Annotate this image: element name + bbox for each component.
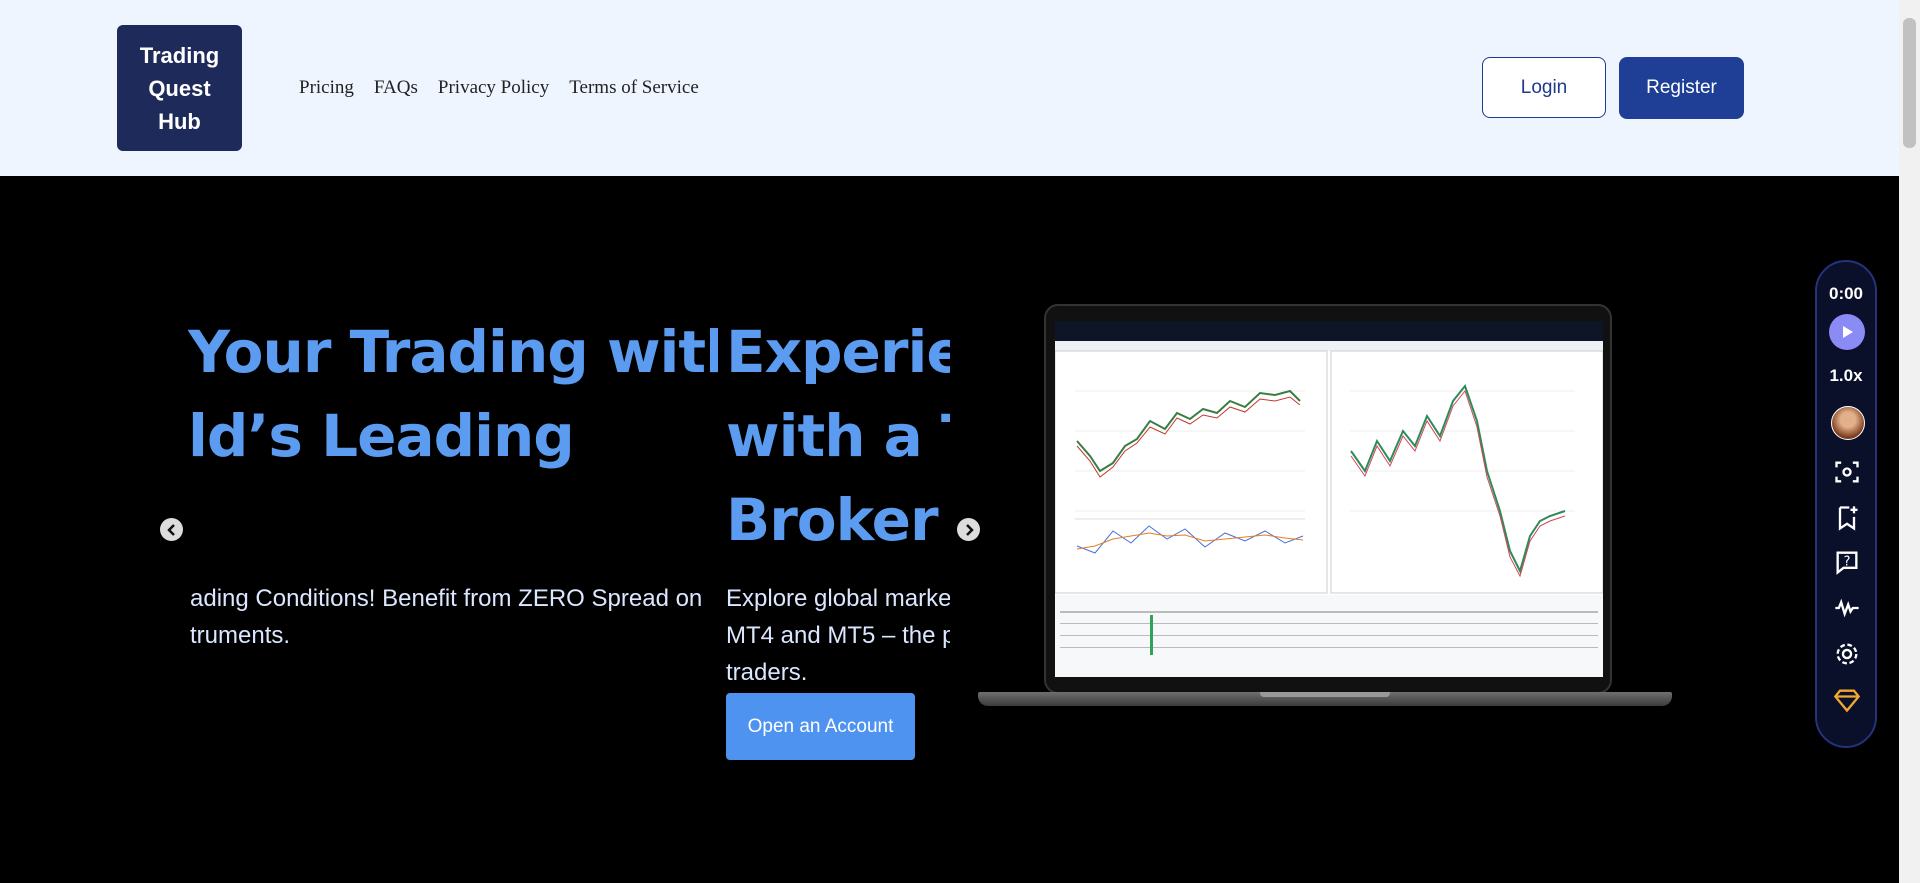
platform-image (1055, 321, 1603, 677)
settings-icon[interactable] (1833, 640, 1861, 668)
avatar[interactable] (1831, 406, 1865, 440)
nav-faqs[interactable]: FAQs (374, 77, 418, 99)
play-icon (1843, 326, 1853, 338)
headline-line: Your Trading with (188, 318, 718, 386)
para-line: traders. (726, 659, 808, 686)
gem-icon[interactable] (1833, 686, 1861, 714)
logo-line: Hub (158, 108, 201, 134)
hero-slide-1: Your Trading with ld’s Leading ading Con… (188, 310, 718, 660)
chevron-left-icon (166, 523, 175, 536)
site-header: Trading Quest Hub Pricing FAQs Privacy P… (0, 0, 1899, 176)
scrollbar-thumb[interactable] (1903, 18, 1916, 148)
speed-toggle[interactable]: 1.0x (1817, 366, 1875, 386)
play-button[interactable] (1829, 314, 1865, 350)
carousel-prev-button[interactable] (160, 518, 183, 541)
timer-display: 0:00 (1828, 284, 1864, 303)
laptop-screen (1044, 304, 1612, 694)
screenshot-icon[interactable] (1833, 458, 1861, 486)
headline-line: ld’s Leading (188, 402, 575, 470)
main-nav: Pricing FAQs Privacy Policy Terms of Ser… (299, 77, 699, 99)
para-line: ading Conditions! Benefit from ZERO Spre… (190, 585, 703, 612)
logo-line: Trading (139, 42, 220, 68)
page-scrollbar[interactable] (1899, 0, 1920, 883)
carousel-next-button[interactable] (957, 518, 980, 541)
chevron-right-icon (965, 523, 974, 536)
laptop-mockup (978, 304, 1672, 709)
bookmark-add-icon[interactable] (1833, 504, 1861, 532)
para-line: MT4 and MT5 – the p (726, 622, 950, 649)
nav-pricing[interactable]: Pricing (299, 77, 354, 99)
headline-line: Broker (726, 486, 939, 554)
headline-line: Experien (726, 318, 950, 386)
hero-description: ading Conditions! Benefit from ZERO Spre… (190, 580, 702, 654)
headline-line: with a To (726, 402, 950, 470)
para-line: truments. (190, 622, 291, 649)
hero-headline: Experien with a To Broker (726, 310, 950, 562)
hero-description: Explore global marke MT4 and MT5 – the p… (726, 580, 950, 691)
logo-line: Quest (148, 75, 211, 101)
recorder-side-panel: 0:00 1.0x ? (1815, 260, 1877, 748)
open-account-button[interactable]: Open an Account (726, 693, 915, 760)
trading-platform-screenshot (1055, 321, 1603, 677)
svg-text:?: ? (1844, 555, 1851, 570)
laptop-notch (1260, 692, 1390, 697)
para-line: Explore global marke (726, 585, 950, 612)
help-icon[interactable]: ? (1833, 548, 1861, 576)
waveform-icon[interactable] (1833, 594, 1861, 622)
hero-headline: Your Trading with ld’s Leading (188, 310, 718, 478)
logo[interactable]: Trading Quest Hub (117, 25, 242, 151)
register-button[interactable]: Register (1619, 57, 1744, 119)
nav-privacy-policy[interactable]: Privacy Policy (438, 77, 549, 99)
login-button[interactable]: Login (1482, 57, 1606, 118)
nav-terms-of-service[interactable]: Terms of Service (569, 77, 699, 99)
